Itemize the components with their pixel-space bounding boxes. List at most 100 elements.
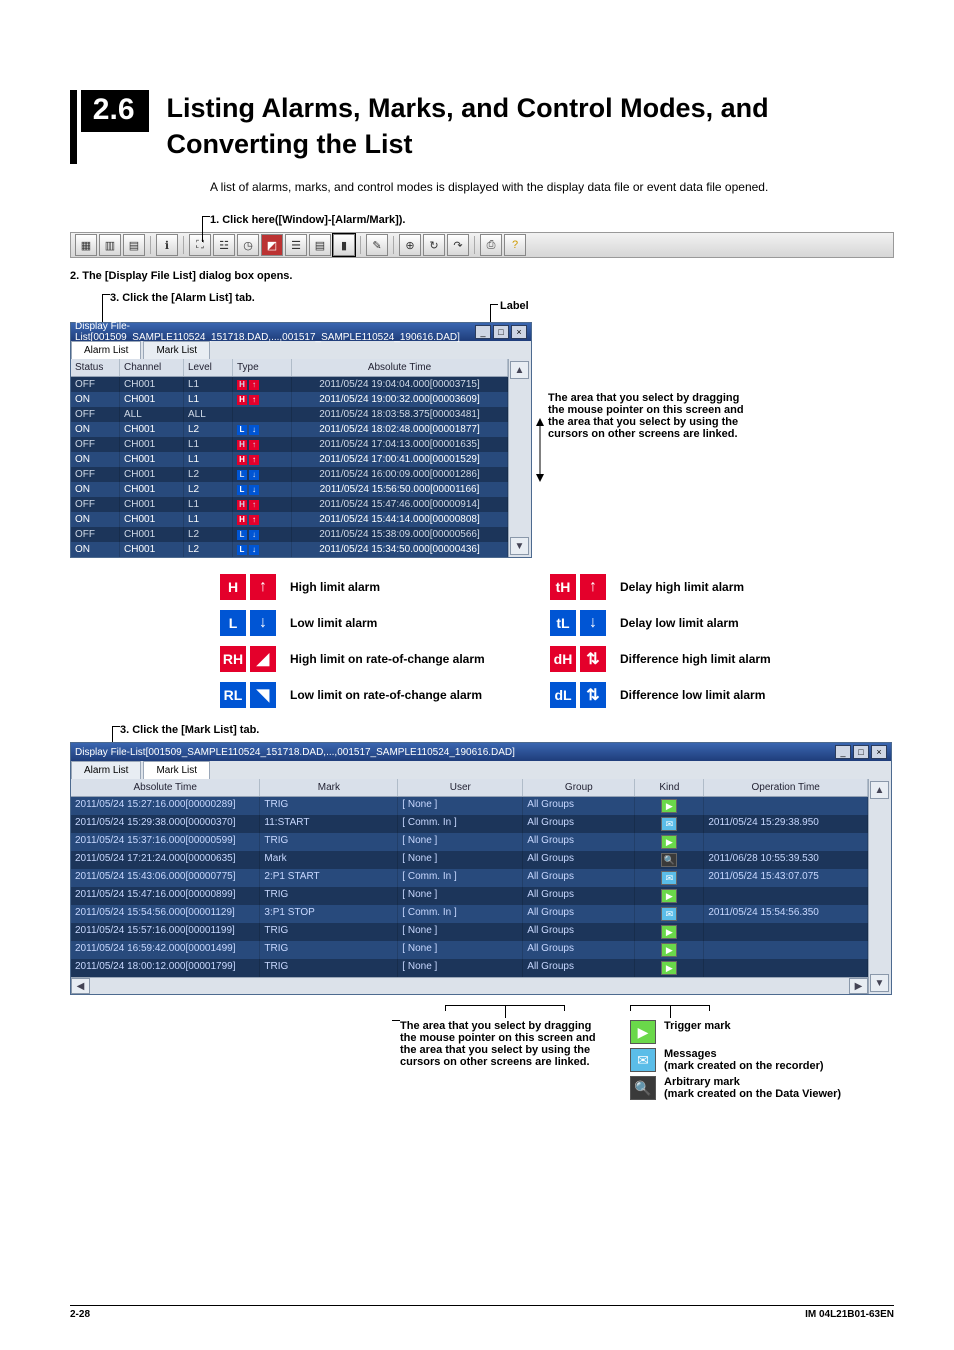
alarm-row[interactable]: OFFCH001L1H↑2011/05/24 17:04:13.000[0000…: [71, 437, 508, 452]
mark-hdr-abs[interactable]: Absolute Time: [71, 779, 260, 796]
mark-table: Absolute Time Mark User Group Kind Opera…: [71, 779, 868, 994]
tb-edit[interactable]: ✎: [366, 234, 388, 256]
minimize-icon[interactable]: _: [835, 745, 851, 759]
step-3b-label: 3. Click the [Mark List] tab.: [120, 724, 894, 736]
alarm-row[interactable]: OFFCH001L2L↓2011/05/24 15:38:09.000[0000…: [71, 527, 508, 542]
alarm-row[interactable]: ONCH001L2L↓2011/05/24 15:34:50.000[00000…: [71, 542, 508, 557]
legend-label: High limit alarm: [290, 580, 550, 594]
tb-view3[interactable]: ▤: [123, 234, 145, 256]
mark-row[interactable]: 2011/05/24 17:21:24.000[00000635]Mark[ N…: [71, 851, 868, 869]
alarm-type-icon: RL: [220, 682, 246, 708]
kind-icon: ▶: [661, 889, 677, 903]
legend-label: Difference low limit alarm: [620, 688, 765, 702]
tab-mark-list-2[interactable]: Mark List: [143, 761, 210, 779]
kind-icon: 🔍: [661, 853, 677, 867]
alarm-row[interactable]: OFFCH001L1H↑2011/05/24 19:04:04.000[0000…: [71, 377, 508, 392]
page-number: 2-28: [70, 1309, 90, 1320]
mark-row[interactable]: 2011/05/24 15:54:56.000[00001129]3:P1 ST…: [71, 905, 868, 923]
alarm-hdr-level[interactable]: Level: [184, 359, 233, 376]
alarm-row[interactable]: ONCH001L2L↓2011/05/24 18:02:48.000[00001…: [71, 422, 508, 437]
alarm-hdr-status[interactable]: Status: [71, 359, 120, 376]
mark-hdr-kind[interactable]: Kind: [635, 779, 704, 796]
scroll-down-icon[interactable]: ▼: [510, 537, 529, 555]
alarm-arrow-icon: ⇅: [580, 646, 606, 672]
close-icon[interactable]: ×: [871, 745, 887, 759]
mark-hdr-group[interactable]: Group: [523, 779, 635, 796]
scroll-up-icon[interactable]: ▲: [870, 781, 889, 799]
close-icon[interactable]: ×: [511, 325, 527, 339]
alarm-arrow-icon: ⇅: [580, 682, 606, 708]
alarm-row[interactable]: ONCH001L2L↓2011/05/24 15:56:50.000[00001…: [71, 482, 508, 497]
mark-row[interactable]: 2011/05/24 15:29:38.000[00000370]11:STAR…: [71, 815, 868, 833]
alarm-row[interactable]: OFFCH001L2L↓2011/05/24 16:00:09.000[0000…: [71, 467, 508, 482]
mark-hdr-op[interactable]: Operation Time: [704, 779, 868, 796]
tb-list2[interactable]: ▤: [309, 234, 331, 256]
scroll-up-icon[interactable]: ▲: [510, 361, 529, 379]
drag-note-bottom: The area that you select by dragging the…: [400, 1020, 610, 1068]
alarm-type-icon: tH: [550, 574, 576, 600]
kind-legend-icon: 🔍: [630, 1076, 656, 1100]
mark-hdr-mark[interactable]: Mark: [260, 779, 398, 796]
alarm-row[interactable]: ONCH001L1H↑2011/05/24 19:00:32.000[00003…: [71, 392, 508, 407]
scrollbar-vertical-2[interactable]: ▲ ▼: [868, 779, 891, 994]
alarm-hdr-channel[interactable]: Channel: [120, 359, 184, 376]
maximize-icon[interactable]: □: [853, 745, 869, 759]
tb-info[interactable]: ℹ: [156, 234, 178, 256]
alarm-hdr-abs[interactable]: Absolute Time: [292, 359, 508, 376]
kind-icon: ▶: [661, 835, 677, 849]
tb-zoom-in[interactable]: ⊕: [399, 234, 421, 256]
alarm-arrow-icon: ◢: [250, 646, 276, 672]
tb-zoom-fit[interactable]: ⛶: [189, 234, 211, 256]
scroll-right-icon[interactable]: ▶: [849, 978, 868, 994]
tb-export[interactable]: ↷: [447, 234, 469, 256]
alarm-type-icon: H: [220, 574, 246, 600]
alarm-row[interactable]: ONCH001L1H↑2011/05/24 17:00:41.000[00001…: [71, 452, 508, 467]
alarm-row[interactable]: OFFALLALL2011/05/24 18:03:58.375[0000348…: [71, 407, 508, 422]
section-left-bar: [70, 90, 77, 164]
tb-clock[interactable]: ◷: [237, 234, 259, 256]
scrollbar-vertical[interactable]: ▲ ▼: [508, 359, 531, 557]
mark-window-title: Display File-List[001509_SAMPLE110524_15…: [75, 747, 515, 758]
legend-label: Difference high limit alarm: [620, 652, 771, 666]
mark-row[interactable]: 2011/05/24 16:59:42.000[00001499]TRIG[ N…: [71, 941, 868, 959]
minimize-icon[interactable]: _: [475, 325, 491, 339]
scrollbar-horizontal[interactable]: ◀ ▶: [71, 977, 868, 994]
tb-refresh[interactable]: ↻: [423, 234, 445, 256]
tb-zoom-all[interactable]: ☳: [213, 234, 235, 256]
tb-help[interactable]: ?: [504, 234, 526, 256]
mark-row[interactable]: 2011/05/24 15:37:16.000[00000599]TRIG[ N…: [71, 833, 868, 851]
tab-alarm-list-2[interactable]: Alarm List: [71, 761, 141, 779]
kind-icon: ✉: [661, 907, 677, 921]
kind-legend-icon: ▶: [630, 1020, 656, 1044]
tab-mark-list[interactable]: Mark List: [143, 341, 210, 359]
tb-list1[interactable]: ☰: [285, 234, 307, 256]
alarm-type-icon: dH: [550, 646, 576, 672]
tb-graph[interactable]: ◩: [261, 234, 283, 256]
tb-print[interactable]: ⎙: [480, 234, 502, 256]
alarm-row[interactable]: ONCH001L1H↑2011/05/24 15:44:14.000[00000…: [71, 512, 508, 527]
scroll-down-icon[interactable]: ▼: [870, 974, 889, 992]
mark-row[interactable]: 2011/05/24 15:43:06.000[00000775]2:P1 ST…: [71, 869, 868, 887]
mark-row[interactable]: 2011/05/24 15:27:16.000[00000289]TRIG[ N…: [71, 797, 868, 815]
mark-row[interactable]: 2011/05/24 15:57:16.000[00001199]TRIG[ N…: [71, 923, 868, 941]
tb-view2[interactable]: ▥: [99, 234, 121, 256]
intro-paragraph: A list of alarms, marks, and control mod…: [210, 178, 894, 196]
alarm-hdr-type[interactable]: Type: [233, 359, 292, 376]
kind-icon: ✉: [661, 871, 677, 885]
maximize-icon[interactable]: □: [493, 325, 509, 339]
kind-icon: ✉: [661, 817, 677, 831]
alarm-row[interactable]: OFFCH001L1H↑2011/05/24 15:47:46.000[0000…: [71, 497, 508, 512]
drag-note-top: The area that you select by dragging the…: [548, 392, 748, 440]
mark-row[interactable]: 2011/05/24 18:00:12.000[00001799]TRIG[ N…: [71, 959, 868, 977]
tab-alarm-list[interactable]: Alarm List: [71, 341, 141, 359]
mark-hdr-user[interactable]: User: [398, 779, 523, 796]
scroll-left-icon[interactable]: ◀: [71, 978, 90, 994]
section-number: 2.6: [81, 90, 149, 132]
mark-row[interactable]: 2011/05/24 15:47:16.000[00000899]TRIG[ N…: [71, 887, 868, 905]
tb-view1[interactable]: ▦: [75, 234, 97, 256]
kind-icon: ▶: [661, 943, 677, 957]
tb-alarm-mark[interactable]: ▮: [333, 234, 355, 256]
alarm-window-title: Display File-List[001509_SAMPLE110524_15…: [75, 321, 475, 343]
alarm-arrow-icon: ↑: [250, 574, 276, 600]
kind-legend-title: Messages: [664, 1048, 824, 1060]
